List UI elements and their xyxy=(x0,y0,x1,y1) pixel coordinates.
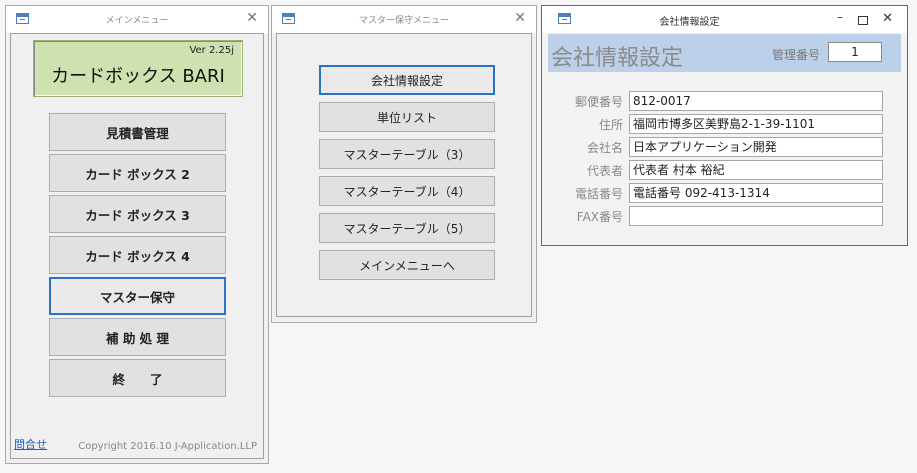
id-label: 管理番号 xyxy=(772,48,821,62)
main-menu-title: メインメニュー xyxy=(105,16,169,26)
main-menu-panel: Ver 2.25j カードボックス BARI 見積書管理 カード ボックス 2 … xyxy=(10,33,264,459)
postal-code-row: 郵便番号 812-0017 xyxy=(542,91,907,111)
master-menu-panel: 会社情報設定 単位リスト マスターテーブル（3） マスターテーブル（4） マスタ… xyxy=(276,33,532,317)
contact-link[interactable]: 問合せ xyxy=(14,436,47,452)
auxiliary-processing-button[interactable]: 補 助 処 理 xyxy=(49,318,226,356)
company-name-row: 会社名 日本アプリケーション開発 xyxy=(542,137,907,157)
master-table-5-button[interactable]: マスターテーブル（5） xyxy=(319,213,495,243)
main-menu-window: メインメニュー ✕ Ver 2.25j カードボックス BARI 見積書管理 カ… xyxy=(5,5,269,464)
maximize-icon[interactable] xyxy=(858,16,868,25)
company-info-button[interactable]: 会社情報設定 xyxy=(319,65,495,95)
master-maintenance-button[interactable]: マスター保守 xyxy=(49,277,226,315)
address-field[interactable]: 福岡市博多区美野島2-1-39-1101 xyxy=(629,114,883,134)
app-title: カードボックス BARI xyxy=(51,66,225,87)
version-label: Ver 2.25j xyxy=(189,45,234,56)
exit-button[interactable]: 終 了 xyxy=(49,359,226,397)
app-banner: Ver 2.25j カードボックス BARI xyxy=(33,40,243,97)
representative-label: 代表者 xyxy=(586,164,623,178)
form-icon xyxy=(282,13,295,24)
form-header: 会社情報設定 管理番号 1 xyxy=(548,34,901,72)
master-table-3-button[interactable]: マスターテーブル（3） xyxy=(319,139,495,169)
company-name-label: 会社名 xyxy=(586,141,623,155)
representative-row: 代表者 代表者 村本 裕紀 xyxy=(542,160,907,180)
card-box-2-button[interactable]: カード ボックス 2 xyxy=(49,154,226,192)
phone-row: 電話番号 電話番号 092-413-1314 xyxy=(542,183,907,203)
quote-management-button[interactable]: 見積書管理 xyxy=(49,113,226,151)
main-menu-titlebar: メインメニュー ✕ xyxy=(6,6,268,33)
form-icon xyxy=(16,13,29,24)
phone-field[interactable]: 電話番号 092-413-1314 xyxy=(629,183,883,203)
form-icon xyxy=(558,13,571,24)
postal-code-field[interactable]: 812-0017 xyxy=(629,91,883,111)
unit-list-button[interactable]: 単位リスト xyxy=(319,102,495,132)
card-box-3-button[interactable]: カード ボックス 3 xyxy=(49,195,226,233)
postal-code-label: 郵便番号 xyxy=(574,95,623,109)
master-menu-window: マスター保守メニュー ✕ 会社情報設定 単位リスト マスターテーブル（3） マス… xyxy=(271,5,537,323)
master-menu-titlebar: マスター保守メニュー ✕ xyxy=(272,6,536,33)
close-icon[interactable]: ✕ xyxy=(882,11,893,26)
card-box-4-button[interactable]: カード ボックス 4 xyxy=(49,236,226,274)
phone-label: 電話番号 xyxy=(574,187,623,201)
address-label: 住所 xyxy=(598,118,623,132)
company-info-window: 会社情報設定 – ✕ 会社情報設定 管理番号 1 郵便番号 812-0017 住… xyxy=(541,5,908,246)
id-field[interactable]: 1 xyxy=(828,42,882,62)
company-info-titlebar: 会社情報設定 – ✕ xyxy=(542,6,907,33)
fax-row: FAX番号 xyxy=(542,206,907,226)
fax-label: FAX番号 xyxy=(576,210,623,224)
minimize-icon[interactable]: – xyxy=(837,10,843,24)
master-menu-title: マスター保守メニュー xyxy=(358,16,449,26)
copyright-text: Copyright 2016.10 J-Application.LLP xyxy=(78,441,257,452)
fax-field[interactable] xyxy=(629,206,883,226)
form-header-title: 会社情報設定 xyxy=(551,46,684,71)
master-table-4-button[interactable]: マスターテーブル（4） xyxy=(319,176,495,206)
company-info-window-title: 会社情報設定 xyxy=(659,17,720,28)
company-name-field[interactable]: 日本アプリケーション開発 xyxy=(629,137,883,157)
representative-field[interactable]: 代表者 村本 裕紀 xyxy=(629,160,883,180)
close-icon[interactable]: ✕ xyxy=(514,10,526,26)
address-row: 住所 福岡市博多区美野島2-1-39-1101 xyxy=(542,114,907,134)
close-icon[interactable]: ✕ xyxy=(246,10,258,26)
back-to-main-menu-button[interactable]: メインメニューへ xyxy=(319,250,495,280)
